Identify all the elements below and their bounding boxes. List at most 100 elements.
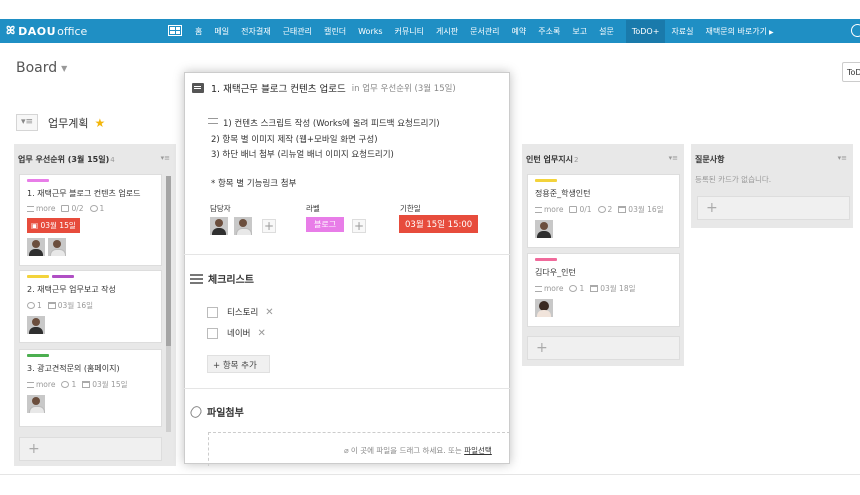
column-menu-icon[interactable]: ▾≡ bbox=[161, 154, 170, 174]
card-meta: more 1 03월 18일 bbox=[535, 283, 673, 294]
logo-sub-text: office bbox=[57, 24, 88, 38]
avatar bbox=[27, 238, 45, 256]
modal-title-row: 1. 재택근무 블로그 컨텐츠 업로드 in 업무 우선순위 (3월 15일) bbox=[192, 81, 456, 95]
add-card-button[interactable]: + bbox=[19, 437, 162, 461]
checklist-item: 티스토리 ✕ bbox=[207, 306, 274, 318]
app-grid-icon[interactable] bbox=[168, 25, 182, 36]
nav-item-docs[interactable]: 문서관리 bbox=[470, 26, 499, 37]
card-title: 정용준_학생인턴 bbox=[535, 189, 591, 198]
footer-divider bbox=[0, 474, 860, 475]
paperclip-icon bbox=[188, 403, 204, 420]
column-scroll-thumb[interactable] bbox=[166, 176, 171, 346]
calendar-icon bbox=[47, 302, 56, 309]
nav-item-board[interactable]: 게시판 bbox=[436, 26, 458, 37]
add-card-button[interactable]: + bbox=[527, 336, 680, 360]
card-label-yellow bbox=[535, 179, 557, 182]
card-label-pink bbox=[27, 179, 49, 182]
star-icon[interactable]: ★ bbox=[94, 116, 105, 130]
calendar-icon bbox=[82, 381, 91, 388]
due-date-label: 기한일 bbox=[400, 204, 421, 213]
checklist-icon bbox=[61, 205, 70, 212]
comment-icon bbox=[569, 285, 578, 292]
column-title[interactable]: 질문사항 bbox=[695, 154, 724, 174]
card-intern-kim[interactable]: 김다우_인턴 more 1 03월 18일 bbox=[527, 253, 680, 327]
assignee-avatar[interactable] bbox=[234, 217, 252, 235]
add-assignee-button[interactable]: + bbox=[262, 219, 276, 233]
logo-icon: ꕤ bbox=[6, 24, 16, 37]
column-title[interactable]: 인턴 업무지시2 bbox=[526, 154, 578, 174]
column-menu-icon[interactable]: ▾≡ bbox=[838, 154, 847, 174]
nav-item-home[interactable]: 홈 bbox=[195, 26, 202, 37]
more-icon bbox=[27, 381, 34, 388]
card-meta: more 0/1 2 03월 16일 bbox=[535, 204, 673, 215]
file-select-link[interactable]: 파일선택 bbox=[464, 446, 492, 455]
card-title: 2. 재택근무 업무보고 작성 bbox=[27, 285, 116, 294]
due-date-badge[interactable]: 03월 15일 15:00 bbox=[399, 215, 479, 233]
logo-brand-text: DAOU bbox=[18, 24, 57, 38]
avatar bbox=[535, 220, 553, 238]
assignee-label: 담당자 bbox=[210, 204, 231, 213]
comment-icon bbox=[61, 381, 70, 388]
checklist-icon bbox=[190, 273, 203, 284]
nav-item-attendance[interactable]: 근태관리 bbox=[283, 26, 312, 37]
daou-logo[interactable]: ꕤ DAOU office bbox=[6, 24, 87, 38]
chevron-down-icon: ▼ bbox=[61, 63, 68, 73]
nav-item-reservation[interactable]: 예약 bbox=[512, 26, 527, 37]
checklist-checkbox[interactable] bbox=[207, 327, 218, 339]
modal-list-ref: in 업무 우선순위 (3월 15일) bbox=[351, 84, 456, 94]
main-nav: 홈 메일 전자결재 근태관리 캘린더 Works 커뮤니티 게시판 문서관리 예… bbox=[195, 19, 786, 43]
board-title[interactable]: Board ▼ bbox=[16, 60, 67, 76]
card-icon bbox=[192, 83, 204, 93]
checklist-section-title: 체크리스트 bbox=[190, 271, 254, 286]
card-label-pink bbox=[535, 258, 557, 261]
add-label-button[interactable]: + bbox=[352, 219, 366, 233]
avatar bbox=[48, 238, 66, 256]
nav-item-community[interactable]: 커뮤니티 bbox=[395, 26, 424, 37]
calendar-icon bbox=[590, 285, 599, 292]
assignee-avatar[interactable] bbox=[210, 217, 228, 235]
paperclip-icon: ⌀ bbox=[344, 446, 351, 455]
section-menu-button[interactable]: ▾≡ bbox=[16, 114, 38, 131]
nav-item-works[interactable]: Works bbox=[358, 27, 382, 36]
add-card-button[interactable]: + bbox=[697, 196, 850, 220]
column-title[interactable]: 업무 우선순위 (3월 15일)4 bbox=[18, 154, 115, 174]
divider bbox=[184, 388, 510, 389]
nav-item-approval[interactable]: 전자결재 bbox=[241, 26, 270, 37]
close-icon[interactable]: ✕ bbox=[265, 307, 273, 318]
card-ad-quote[interactable]: 3. 광고견적문의 (홈페이지) more 1 03월 15일 bbox=[19, 349, 162, 427]
card-blog-upload[interactable]: 1. 재택근무 블로그 컨텐츠 업로드 more 0/2 1 ▣ 03월 15일 bbox=[19, 174, 162, 266]
nav-item-contacts[interactable]: 주소록 bbox=[538, 26, 560, 37]
todo-button[interactable]: ToD bbox=[842, 62, 860, 82]
add-checklist-item-button[interactable]: + 항목 추가 bbox=[207, 355, 270, 373]
card-intern-jung[interactable]: 정용준_학생인턴 more 0/1 2 03월 16일 bbox=[527, 174, 680, 248]
nav-item-remote-inquiry[interactable]: 재택문의 바로가기 bbox=[706, 26, 774, 37]
card-meta: 1 03월 16일 bbox=[27, 300, 155, 311]
modal-title[interactable]: 1. 재택근무 블로그 컨텐츠 업로드 bbox=[211, 81, 346, 95]
avatar bbox=[27, 395, 45, 413]
divider bbox=[184, 254, 510, 255]
column-menu-icon[interactable]: ▾≡ bbox=[669, 154, 678, 174]
modal-description[interactable]: 1) 컨텐츠 스크립트 작성 (Works에 올려 피드백 요청드리기) 2) … bbox=[211, 117, 440, 192]
card-work-report[interactable]: 2. 재택근무 업무보고 작성 1 03월 16일 bbox=[19, 270, 162, 343]
nav-item-calendar[interactable]: 캘린더 bbox=[324, 26, 346, 37]
label-tag[interactable]: 블로그 bbox=[306, 217, 345, 232]
nav-item-todo[interactable]: ToDO+ bbox=[625, 19, 666, 43]
checklist-item-text[interactable]: 티스토리 bbox=[227, 306, 258, 318]
column-count: 4 bbox=[110, 156, 115, 164]
close-icon[interactable]: ✕ bbox=[257, 328, 265, 339]
attachment-section-title: 파일첨부 bbox=[188, 403, 244, 420]
column-count: 2 bbox=[573, 156, 579, 164]
card-title: 김다우_인턴 bbox=[535, 268, 576, 277]
section-name: 업무계획 bbox=[48, 116, 89, 130]
help-icon[interactable] bbox=[851, 24, 860, 37]
nav-item-archive[interactable]: 자료실 bbox=[671, 26, 693, 37]
nav-item-survey[interactable]: 설문 bbox=[599, 26, 614, 37]
checklist-item-text[interactable]: 네이버 bbox=[227, 327, 250, 339]
card-title: 1. 재택근무 블로그 컨텐츠 업로드 bbox=[27, 189, 141, 198]
nav-item-report[interactable]: 보고 bbox=[572, 26, 587, 37]
due-date-badge: ▣ 03월 15일 bbox=[27, 218, 80, 233]
nav-item-mail[interactable]: 메일 bbox=[214, 26, 229, 37]
checklist-checkbox[interactable] bbox=[207, 306, 218, 318]
calendar-icon bbox=[618, 206, 627, 213]
drop-zone-text: ⌀ 이 곳에 파일을 드래그 하세요. 또는 파일선택 bbox=[344, 446, 492, 455]
